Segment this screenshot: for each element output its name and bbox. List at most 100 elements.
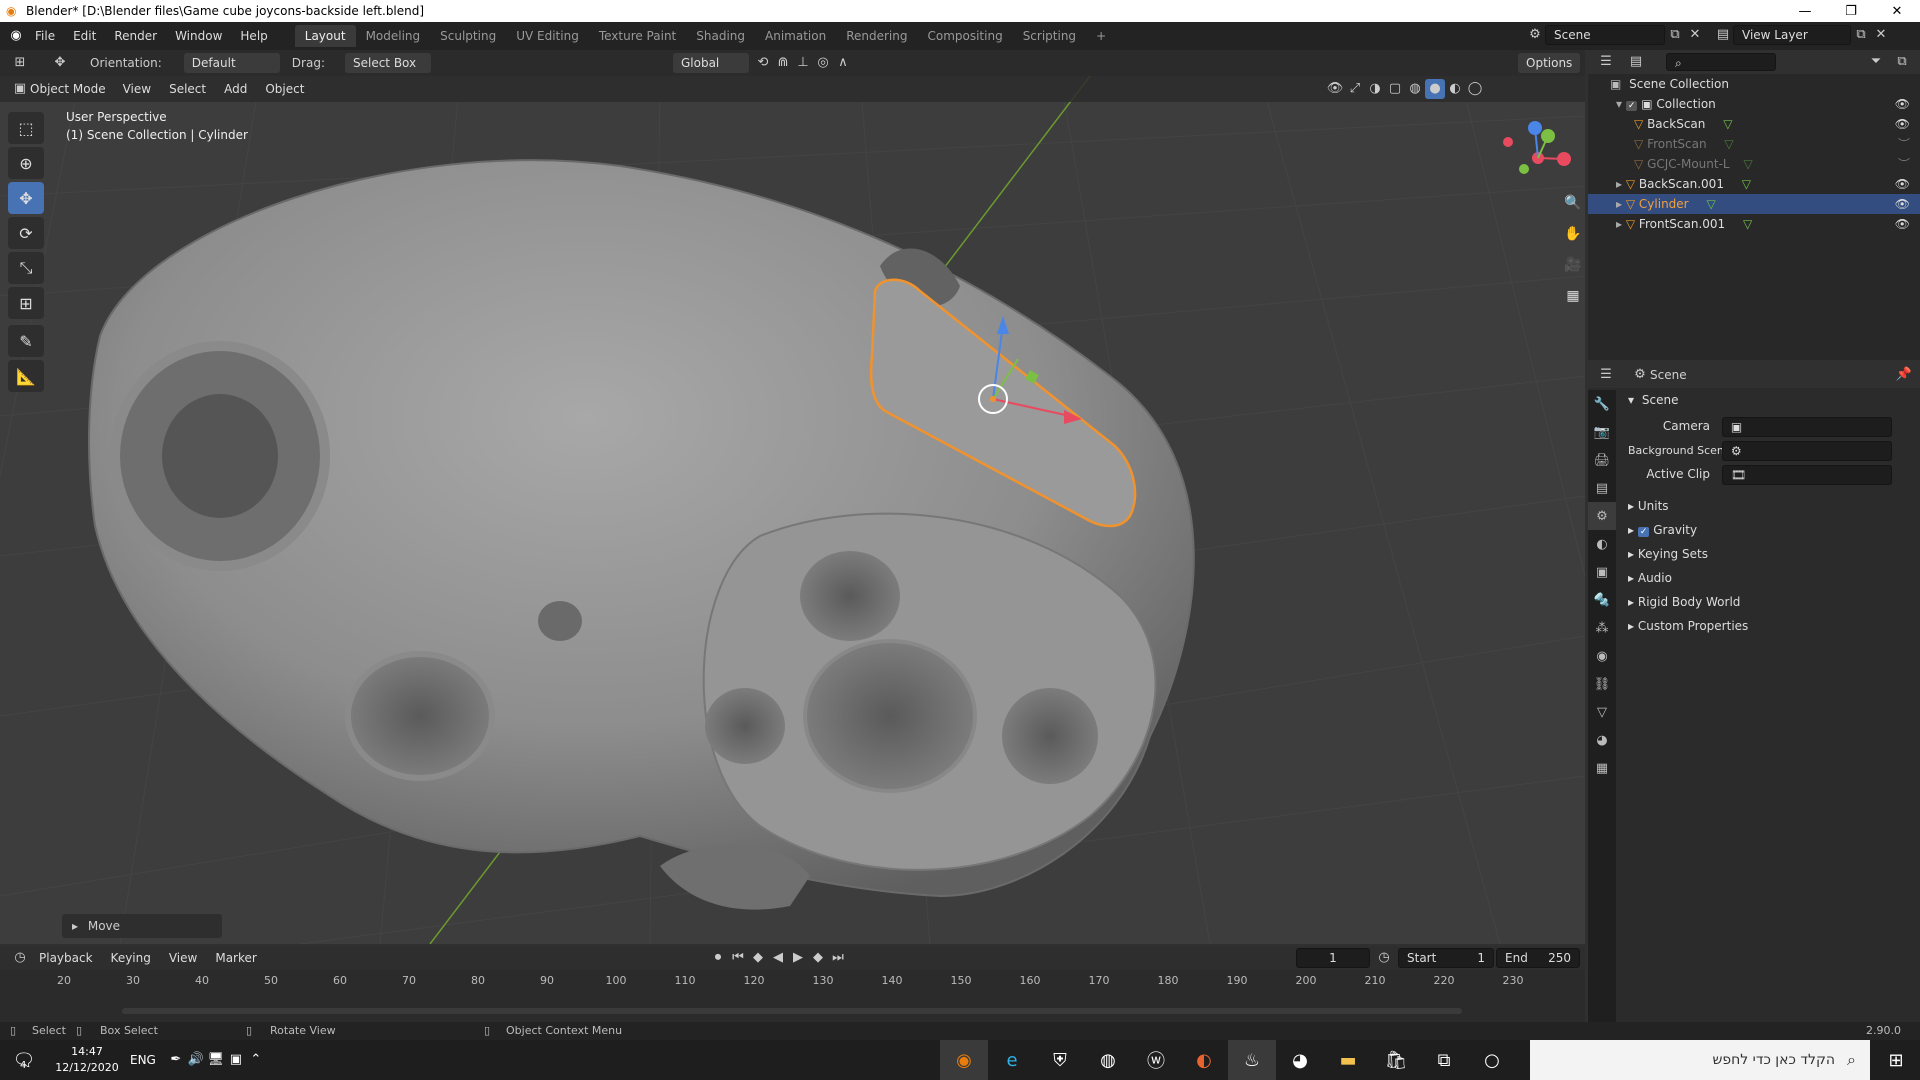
timeline-menu-playback[interactable]: Playback	[30, 947, 102, 969]
material-tab-icon[interactable]: ◕	[1588, 726, 1616, 754]
prev-keyframe-icon[interactable]: ◆	[748, 948, 768, 968]
keying-sets-panel-header[interactable]: ▸ Keying Sets	[1628, 542, 1920, 566]
rotate-tool-icon[interactable]: ⟳	[8, 217, 44, 249]
outliner-search-field[interactable]: ⌕	[1666, 53, 1776, 71]
security-taskbar-icon[interactable]: ⛨	[1036, 1040, 1084, 1080]
new-view-layer-icon[interactable]: ⧉	[1851, 25, 1871, 45]
start-button-icon[interactable]: ⊞	[1872, 1040, 1920, 1080]
output-tab-icon[interactable]: 🖨	[1588, 446, 1616, 474]
proportional-edit-icon[interactable]: ◎	[813, 53, 833, 73]
render-tab-icon[interactable]: 📷	[1588, 418, 1616, 446]
perspective-toggle-icon[interactable]: ▦	[1560, 283, 1586, 309]
3d-viewport[interactable]: ▣ Object Mode View Select Add Object 👁 ⤢…	[0, 76, 1585, 944]
current-frame-field[interactable]: 1	[1296, 948, 1370, 968]
measure-tool-icon[interactable]: 📐	[8, 360, 44, 392]
gizmo-toggle-icon[interactable]: ⤢	[1345, 79, 1365, 99]
jump-end-icon[interactable]: ⏭	[828, 948, 848, 968]
wireframe-shading-icon[interactable]: ◍	[1405, 79, 1425, 99]
custom-properties-panel-header[interactable]: ▸ Custom Properties	[1628, 614, 1920, 638]
new-collection-icon[interactable]: ⧉	[1892, 52, 1912, 72]
blender-menu-icon[interactable]: ◉	[6, 26, 26, 46]
tab-layout[interactable]: Layout	[294, 25, 356, 47]
outliner-row-backscan[interactable]: ▽ BackScan ▽ 👁	[1588, 114, 1920, 134]
select-box-tool-icon[interactable]: ⬚	[8, 112, 44, 144]
viewport-menu-view[interactable]: View	[114, 78, 160, 100]
store-taskbar-icon[interactable]: 🛍	[1372, 1040, 1420, 1080]
volume-icon[interactable]: 🔊	[186, 1050, 206, 1070]
annotate-tool-icon[interactable]: ✎	[8, 325, 44, 357]
properties-editor-icon[interactable]: ☰	[1596, 365, 1616, 385]
physics-tab-icon[interactable]: ◉	[1588, 642, 1616, 670]
taskbar-search[interactable]: הקלד כאן כדי לחפש ⌕	[1530, 1040, 1870, 1080]
timeline-ruler[interactable]: 20 30 40 50 60 70 80 90 100 110 120 130 140 150 160 170…	[0, 972, 1585, 992]
steam-taskbar-icon[interactable]: ♨	[1228, 1040, 1276, 1080]
timeline-editor-icon[interactable]: ◷	[10, 948, 30, 968]
eye-icon[interactable]: 👁	[1895, 114, 1910, 134]
record-icon[interactable]: ⏺	[708, 948, 728, 968]
jump-start-icon[interactable]: ⏮	[728, 948, 748, 968]
options-dropdown[interactable]: Options	[1518, 53, 1581, 73]
overlay-toggle-icon[interactable]: ◑	[1365, 79, 1385, 99]
audio-panel-header[interactable]: ▸ Audio	[1628, 566, 1920, 590]
origin-taskbar-icon[interactable]: ◐	[1180, 1040, 1228, 1080]
gravity-checkbox[interactable]: ✓	[1637, 527, 1650, 537]
new-scene-icon[interactable]: ⧉	[1665, 25, 1685, 45]
units-panel-header[interactable]: ▸ Units	[1628, 494, 1920, 518]
particles-tab-icon[interactable]: ⁂	[1588, 614, 1616, 642]
orientation-dropdown[interactable]: Default	[183, 53, 280, 73]
camera-view-icon[interactable]: 🎥	[1560, 252, 1586, 278]
task-view-icon[interactable]: ⧉	[1420, 1040, 1468, 1080]
scene-selector[interactable]: Scene	[1545, 25, 1665, 45]
blender-taskbar-icon[interactable]: ◉	[940, 1040, 988, 1080]
scene-collection-row[interactable]: ▣ Scene Collection	[1588, 74, 1920, 94]
next-keyframe-icon[interactable]: ◆	[808, 948, 828, 968]
discord-taskbar-icon[interactable]: ◍	[1084, 1040, 1132, 1080]
eye-icon[interactable]: 👁	[1895, 174, 1910, 194]
texture-tab-icon[interactable]: ▦	[1588, 754, 1616, 782]
chrome-taskbar-icon[interactable]: ◕	[1276, 1040, 1324, 1080]
tab-animation[interactable]: Animation	[755, 25, 836, 47]
mode-dropdown[interactable]: Object Mode	[30, 79, 110, 99]
outliner-row-cylinder[interactable]: ▸ ▽ Cylinder ▽ 👁	[1588, 194, 1920, 214]
expand-arrow-icon[interactable]: ▸	[1616, 197, 1622, 211]
edge-taskbar-icon[interactable]: e	[988, 1040, 1036, 1080]
outliner-row-gcjc-mount[interactable]: ▽ GCJC-Mount-L ▽ ︶	[1588, 154, 1920, 174]
falloff-icon[interactable]: ∧	[833, 53, 853, 73]
notification-icon[interactable]: 🗨 4	[0, 1040, 48, 1080]
delete-scene-icon[interactable]: ✕	[1685, 25, 1705, 45]
tab-rendering[interactable]: Rendering	[836, 25, 917, 47]
transform-orientation-dropdown[interactable]: Global	[672, 53, 749, 73]
network-icon[interactable]: 🖥	[206, 1050, 226, 1070]
gravity-panel-header[interactable]: ▸ ✓ Gravity	[1628, 518, 1920, 542]
delete-view-layer-icon[interactable]: ✕	[1871, 25, 1891, 45]
menu-render[interactable]: Render	[105, 25, 166, 47]
timeline-scrollbar[interactable]	[122, 1008, 1462, 1014]
menu-edit[interactable]: Edit	[64, 25, 105, 47]
move-tool-button-icon[interactable]: ✥	[8, 182, 44, 214]
eye-icon[interactable]: 👁	[1895, 194, 1910, 214]
editor-type-icon[interactable]: ⊞	[10, 53, 30, 73]
rigid-body-world-panel-header[interactable]: ▸ Rigid Body World	[1628, 590, 1920, 614]
outliner-row-frontscan[interactable]: ▽ FrontScan ▽ ︶	[1588, 134, 1920, 154]
tray-expand-icon[interactable]: ⌃	[246, 1050, 266, 1070]
transform-tool-icon[interactable]: ⊞	[8, 287, 44, 319]
tab-texture-paint[interactable]: Texture Paint	[589, 25, 686, 47]
menu-file[interactable]: File	[26, 25, 64, 47]
menu-window[interactable]: Window	[166, 25, 231, 47]
visibility-icon[interactable]: 👁	[1325, 79, 1345, 99]
data-tab-icon[interactable]: ▽	[1588, 698, 1616, 726]
w-app-taskbar-icon[interactable]: ⓦ	[1132, 1040, 1180, 1080]
xray-icon[interactable]: ▢	[1385, 79, 1405, 99]
tab-scripting[interactable]: Scripting	[1013, 25, 1086, 47]
outliner-row-backscan001[interactable]: ▸ ▽ BackScan.001 ▽ 👁	[1588, 174, 1920, 194]
background-scene-field[interactable]: ⚙	[1721, 440, 1892, 461]
timeline-menu-marker[interactable]: Marker	[206, 947, 265, 969]
view-layer-tab-icon[interactable]: ▤	[1588, 474, 1616, 502]
eye-icon[interactable]: 👁	[1895, 214, 1910, 234]
display-mode-icon[interactable]: ▤	[1626, 52, 1646, 72]
active-clip-field[interactable]: 🎞	[1721, 464, 1892, 485]
tab-modeling[interactable]: Modeling	[356, 25, 431, 47]
device-icon[interactable]: ▣	[226, 1050, 246, 1070]
outliner-row-frontscan001[interactable]: ▸ ▽ FrontScan.001 ▽ 👁	[1588, 214, 1920, 234]
expand-arrow-icon[interactable]: ▸	[1616, 217, 1622, 231]
